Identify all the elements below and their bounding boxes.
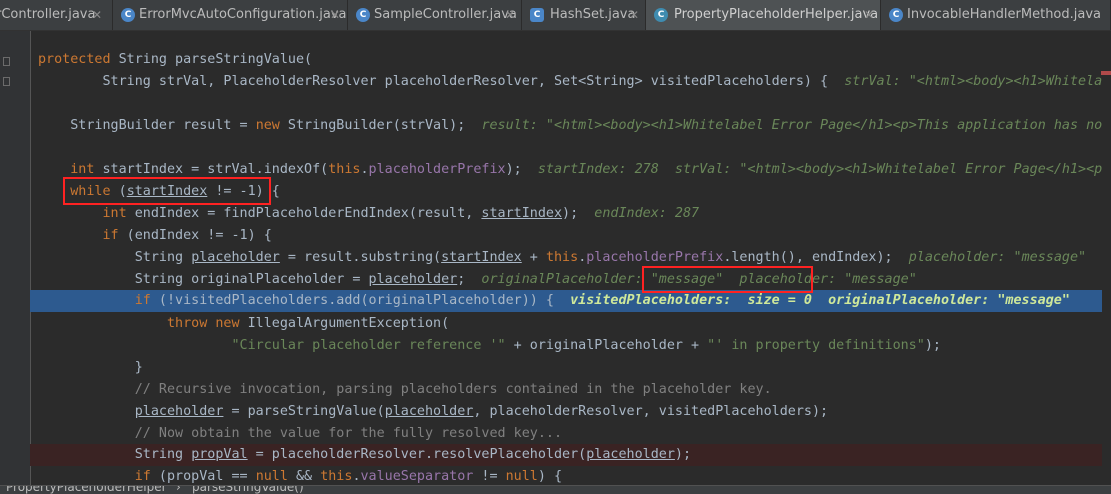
tab-label: PropertyPlaceholderHelper.java [674, 7, 879, 22]
code-line: if (propVal == null && this.valueSeparat… [134, 469, 563, 484]
tab-rcontroller[interactable]: rController.java ✕ [0, 0, 113, 30]
inline-debug-value: strVal: "<html><body><h1>Whitelabel Erro… [844, 74, 1111, 89]
class-icon: C [654, 8, 668, 22]
tab-label: rController.java [0, 7, 96, 22]
tab-label: SampleController.java [374, 7, 517, 22]
code-line: if (endIndex != -1) { [102, 228, 272, 243]
code-line: int endIndex = findPlaceholderEndIndex(r… [102, 206, 700, 221]
inline-debug-value: startIndex: 278 strVal: "<html><body><h1… [537, 162, 1111, 177]
code-line: String propVal = placeholderResolver.res… [134, 447, 692, 462]
fold-marker-icon[interactable] [3, 77, 10, 86]
code-line: "Circular placeholder reference '" + ori… [231, 338, 941, 353]
close-tab-icon[interactable]: ✕ [864, 0, 874, 30]
inline-debug-value: placeholder: "message" result: "<html><b… [908, 250, 1111, 265]
tab-invocablehandlermethod[interactable]: C InvocableHandlerMethod.java [881, 0, 1111, 30]
code-line: throw new IllegalArgumentException( [167, 316, 450, 331]
tab-propertyplaceholderhelper[interactable]: C PropertyPlaceholderHelper.java ✕ [646, 0, 881, 30]
class-icon: C [889, 8, 903, 22]
inline-debug-value: result: "<html><body><h1>Whitelabel Erro… [481, 118, 1111, 133]
code-line: String strVal, PlaceholderResolver place… [38, 71, 1111, 93]
close-tab-icon[interactable]: ✕ [505, 0, 515, 30]
tab-errormvcautoconfiguration[interactable]: C ErrorMvcAutoConfiguration.java ✕ [113, 0, 348, 30]
tab-hashset[interactable]: C HashSet.java ✕ [522, 0, 646, 30]
code-line: placeholder = parseStringValue(placehold… [134, 404, 829, 419]
code-line: // Recursive invocation, parsing placeho… [134, 382, 772, 397]
inline-debug-value: visitedPlaceholders: size = 0 originalPl… [570, 293, 1070, 308]
class-icon: C [356, 8, 370, 22]
annotation-box-placeholder-value [642, 266, 813, 293]
tab-samplecontroller[interactable]: C SampleController.java ✕ [348, 0, 522, 30]
tab-label: HashSet.java [550, 7, 636, 22]
code-line: // Now obtain the value for the fully re… [134, 426, 563, 441]
code-line: protected String parseStringValue( [38, 52, 313, 67]
tab-label: ErrorMvcAutoConfiguration.java [139, 7, 347, 22]
error-stripe-marker[interactable] [1101, 71, 1111, 75]
class-icon: C [530, 8, 544, 22]
close-tab-icon[interactable]: ✕ [629, 0, 639, 30]
code-line: String placeholder = result.substring(st… [38, 247, 1111, 269]
code-line: if (!visitedPlaceholders.add(originalPla… [134, 293, 1070, 308]
close-tab-icon[interactable]: ✕ [330, 0, 340, 30]
inline-debug-value: endIndex: 287 [594, 206, 700, 221]
fold-marker-icon[interactable] [3, 57, 10, 66]
editor-gutter[interactable] [0, 31, 31, 485]
code-line: } [134, 360, 143, 375]
close-tab-icon[interactable]: ✕ [92, 0, 102, 30]
code-editor[interactable]: protected String parseStringValue( Strin… [0, 31, 1111, 485]
tab-label: InvocableHandlerMethod.java [907, 7, 1102, 22]
editor-scrollbar[interactable] [1102, 31, 1111, 485]
annotation-box-while-loop [63, 177, 271, 205]
class-icon: C [121, 8, 135, 22]
editor-tab-bar: rController.java ✕ C ErrorMvcAutoConfigu… [0, 0, 1111, 31]
code-line: StringBuilder result = new StringBuilder… [38, 115, 1111, 137]
